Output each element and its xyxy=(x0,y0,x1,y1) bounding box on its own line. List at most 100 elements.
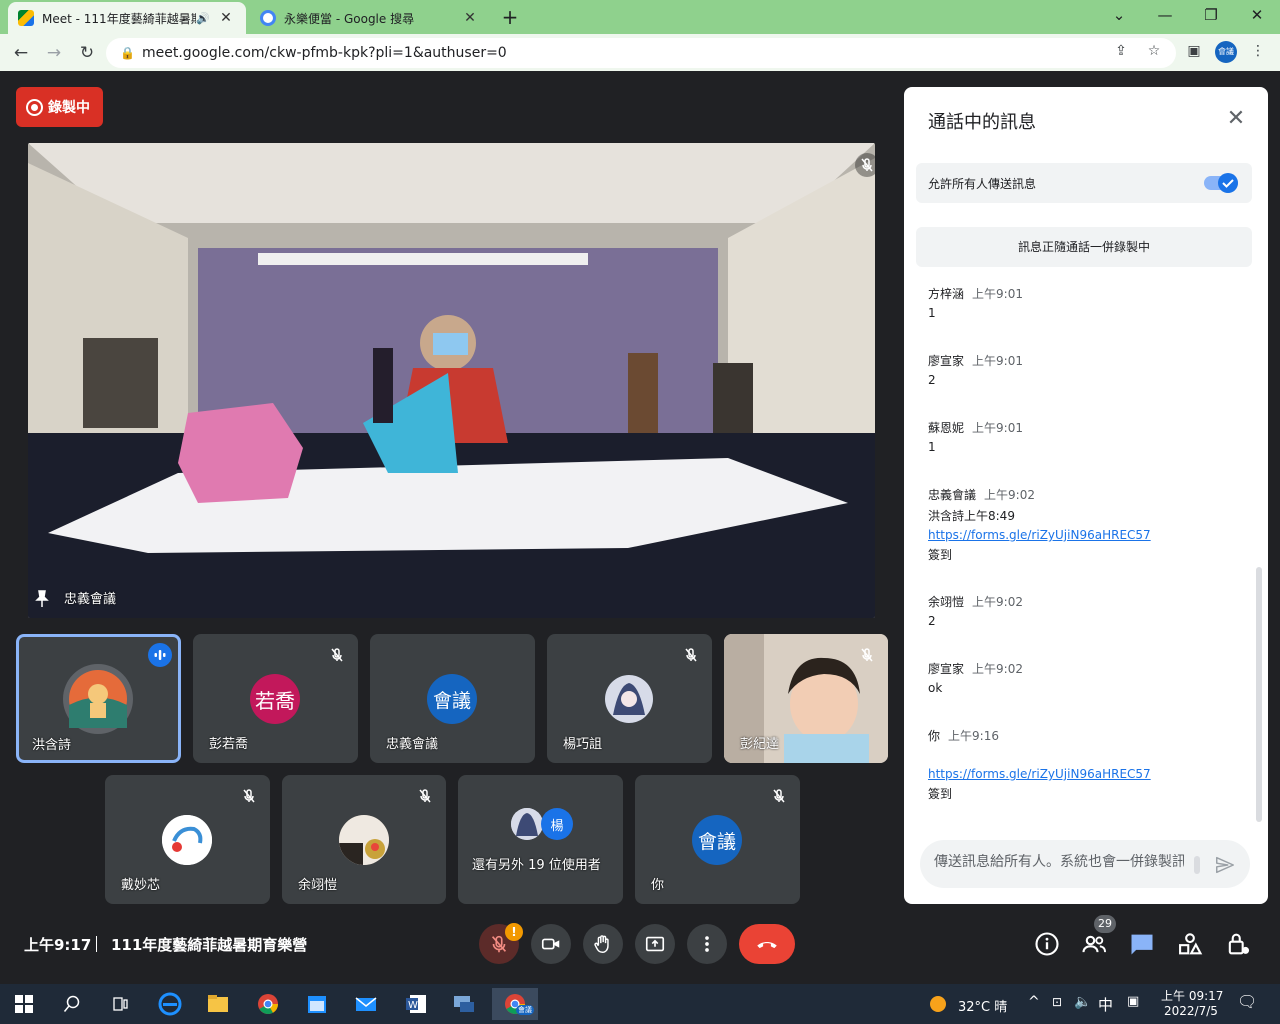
chrome-icon[interactable] xyxy=(248,988,288,1020)
message-text xyxy=(928,748,1151,763)
star-icon[interactable]: ☆ xyxy=(1143,40,1165,62)
chevron-up-icon[interactable]: ^ xyxy=(1028,994,1040,1010)
task-view-icon[interactable] xyxy=(100,988,140,1020)
allow-messages-toggle[interactable] xyxy=(1204,171,1240,195)
photo-avatar-icon xyxy=(339,815,389,865)
speaker-icon[interactable]: 🔊 xyxy=(196,12,210,25)
share-icon[interactable]: ⇪ xyxy=(1110,40,1132,62)
anime-avatar-icon xyxy=(605,675,653,723)
file-explorer-icon[interactable] xyxy=(198,988,238,1020)
kebab-menu-icon[interactable]: ⋮ xyxy=(1247,40,1269,62)
muted-mic-icon xyxy=(679,643,703,667)
windows-taskbar: W 會議 32°C 晴 ^ ⊡ 🔈 中 ▣ 上午 09:17 2022/7/5 … xyxy=(0,984,1280,1024)
browser-tab-bar: Meet - 111年度藝綺菲越暑期 🔊 ✕ 永樂便當 - Google 搜尋 … xyxy=(0,0,1280,34)
chat-scrollbar[interactable] xyxy=(1256,567,1262,822)
search-icon[interactable] xyxy=(52,988,92,1020)
word-icon[interactable]: W xyxy=(396,988,436,1020)
pin-icon[interactable] xyxy=(30,587,54,611)
new-tab-button[interactable]: + xyxy=(498,5,522,29)
leave-call-button[interactable] xyxy=(739,924,795,964)
weather-icon[interactable] xyxy=(924,988,952,1020)
avatar xyxy=(511,808,543,840)
tab-google-search[interactable]: 永樂便當 - Google 搜尋 ✕ xyxy=(250,2,490,34)
participant-name: 余翊愷 xyxy=(298,878,338,893)
people-icon[interactable] xyxy=(1080,930,1108,958)
close-icon[interactable]: ✕ xyxy=(1224,107,1248,131)
participant-tile[interactable]: 余翊愷 xyxy=(282,775,446,904)
participant-tile[interactable]: 戴妙芯 xyxy=(105,775,270,904)
participant-name: 忠義會議 xyxy=(64,592,117,607)
more-options-button[interactable] xyxy=(687,924,727,964)
muted-mic-icon xyxy=(767,784,791,808)
back-arrow-icon[interactable]: ← xyxy=(8,40,34,66)
address-bar[interactable]: 🔒 meet.google.com/ckw-pfmb-kpk?pli=1&aut… xyxy=(106,38,1176,68)
meet-favicon-icon xyxy=(18,10,34,26)
form-link[interactable]: https://forms.gle/riZyUjiN96aHREC57 xyxy=(928,767,1151,781)
message-text: 簽到 xyxy=(928,787,953,801)
main-video[interactable]: 忠義會議 xyxy=(28,143,875,618)
notification-icon[interactable]: 🗨 xyxy=(1237,992,1257,1011)
chat-input-box xyxy=(920,840,1250,888)
tab-meet[interactable]: Meet - 111年度藝綺菲越暑期 🔊 ✕ xyxy=(8,2,246,34)
taskbar-date[interactable]: 2022/7/5 xyxy=(1164,1004,1218,1018)
reload-icon[interactable]: ↻ xyxy=(74,40,100,66)
self-tile[interactable]: 會議 你 xyxy=(635,775,800,904)
minimize-button[interactable]: — xyxy=(1142,0,1188,30)
mail-icon[interactable] xyxy=(346,988,386,1020)
network-icon[interactable]: ⊡ xyxy=(1052,995,1062,1009)
close-tab-icon[interactable]: ✕ xyxy=(460,10,480,26)
message-sender: 蘇恩妮 xyxy=(928,421,965,435)
message-time: 上午9:01 xyxy=(972,354,1023,368)
chrome-profile-taskbar-icon[interactable]: 會議 xyxy=(492,988,538,1020)
chevron-down-icon[interactable]: ⌄ xyxy=(1096,0,1142,30)
raise-hand-button[interactable] xyxy=(583,924,623,964)
meeting-title: 111年度藝綺菲越暑期育樂營 xyxy=(111,936,308,954)
meeting-info-icon[interactable] xyxy=(1033,930,1061,958)
participant-name: 忠義會議 xyxy=(386,737,439,752)
message-text: 1 xyxy=(928,440,936,454)
forward-arrow-icon[interactable]: → xyxy=(41,40,67,66)
form-link[interactable]: https://forms.gle/riZyUjiN96aHREC57 xyxy=(928,528,1151,542)
others-count-label: 還有另外 19 位使用者 xyxy=(472,858,601,873)
host-controls-icon[interactable] xyxy=(1224,930,1252,958)
activities-icon[interactable] xyxy=(1176,930,1204,958)
calendar-icon[interactable] xyxy=(297,988,337,1020)
muted-mic-icon xyxy=(855,643,879,667)
taskbar-time[interactable]: 上午 09:17 xyxy=(1161,987,1223,1004)
chat-icon[interactable] xyxy=(1128,930,1156,958)
participant-tile[interactable]: 楊巧詛 xyxy=(547,634,712,763)
participant-tile[interactable]: 若喬 彭若喬 xyxy=(193,634,358,763)
present-icon xyxy=(645,936,665,952)
muted-mic-icon xyxy=(325,643,349,667)
weather-text[interactable]: 32°C 晴 xyxy=(958,996,1007,1015)
close-tab-icon[interactable]: ✕ xyxy=(216,10,236,26)
present-screen-button[interactable] xyxy=(635,924,675,964)
volume-icon[interactable]: 🔈 xyxy=(1074,994,1091,1010)
participant-tile[interactable]: 洪含詩 xyxy=(16,634,181,763)
participant-tile[interactable]: 會議 忠義會議 xyxy=(370,634,535,763)
close-window-button[interactable]: ✕ xyxy=(1234,0,1280,30)
participant-tile[interactable]: 彭紀達 xyxy=(724,634,888,763)
lock-icon[interactable]: 🔒 xyxy=(120,46,136,60)
camera-toggle-button[interactable] xyxy=(531,924,571,964)
profile-avatar[interactable]: 會議 xyxy=(1215,41,1237,63)
message-sender: 方梓涵 xyxy=(928,287,965,301)
side-panel-icon[interactable]: ▣ xyxy=(1183,40,1205,62)
windows-start-icon[interactable] xyxy=(4,988,44,1020)
ime-mode-icon[interactable]: ▣ xyxy=(1127,994,1139,1009)
chat-message: 忠義會議 上午9:02 洪含詩上午8:49 https://forms.gle/r… xyxy=(928,486,1151,563)
send-icon[interactable] xyxy=(1214,854,1236,876)
ime-indicator[interactable]: 中 xyxy=(1098,994,1113,1015)
remote-desktop-icon[interactable] xyxy=(444,988,484,1020)
url-text: meet.google.com/ckw-pfmb-kpk?pli=1&authu… xyxy=(142,45,507,61)
edge-icon[interactable] xyxy=(150,988,190,1020)
recording-button[interactable]: 錄製中 xyxy=(16,87,103,127)
video-frame-image xyxy=(28,143,875,618)
message-sender: 廖宣家 xyxy=(928,662,965,676)
others-tile[interactable]: 楊 還有另外 19 位使用者 xyxy=(458,775,623,904)
message-text: ok xyxy=(928,681,943,695)
tab-title: Meet - 111年度藝綺菲越暑期 xyxy=(42,11,197,26)
restore-button[interactable]: ❐ xyxy=(1188,0,1234,30)
chat-input[interactable] xyxy=(934,854,1184,870)
camera-icon xyxy=(541,938,560,950)
